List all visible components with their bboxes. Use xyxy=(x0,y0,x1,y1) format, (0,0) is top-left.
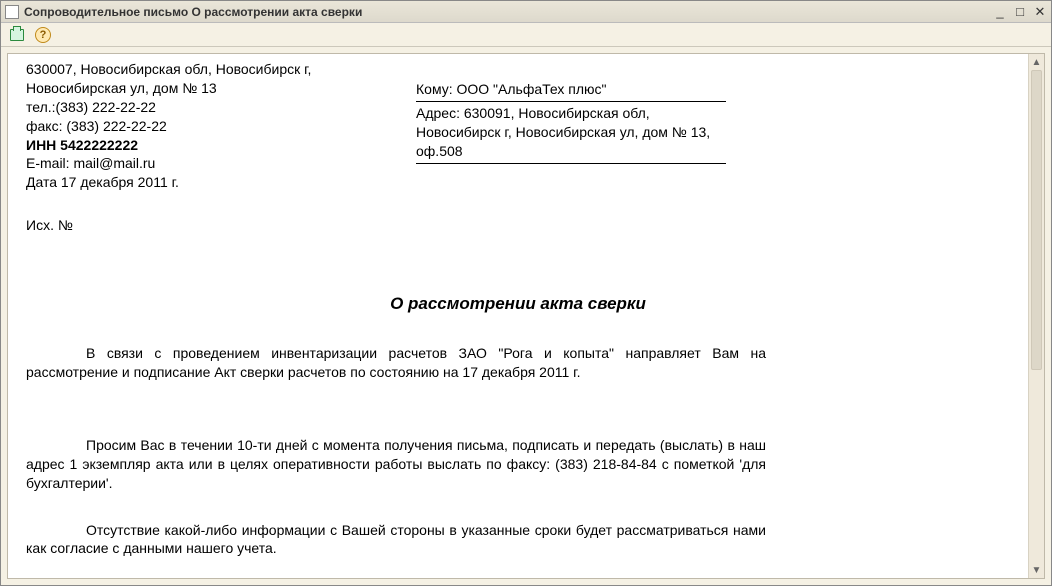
document-icon xyxy=(5,5,19,19)
vertical-scrollbar[interactable]: ▲ ▼ xyxy=(1028,54,1044,578)
sender-phone: тел.:(383) 222-22-22 xyxy=(26,98,356,117)
recipient-to: Кому: ООО "АльфаТех плюс" xyxy=(416,78,726,102)
sender-date: Дата 17 декабря 2011 г. xyxy=(26,173,356,192)
scroll-down-arrow[interactable]: ▼ xyxy=(1029,562,1044,578)
window-controls: _ □ ✕ xyxy=(993,5,1047,19)
minimize-button[interactable]: _ xyxy=(993,5,1007,19)
content-wrap: 630007, Новосибирская обл, Новосибирск г… xyxy=(1,47,1051,585)
toolbar: ? xyxy=(1,23,1051,47)
sender-email: E-mail: mail@mail.ru xyxy=(26,154,356,173)
document-title: О рассмотрении акта сверки xyxy=(26,293,1010,316)
app-window: Сопроводительное письмо О рассмотрении а… xyxy=(0,0,1052,586)
outgoing-number: Исх. № xyxy=(26,216,1010,235)
print-button[interactable] xyxy=(7,25,27,45)
header-row: 630007, Новосибирская обл, Новосибирск г… xyxy=(26,60,1010,192)
content-area: 630007, Новосибирская обл, Новосибирск г… xyxy=(7,53,1045,579)
close-button[interactable]: ✕ xyxy=(1033,5,1047,19)
window-title: Сопроводительное письмо О рассмотрении а… xyxy=(24,5,993,19)
sender-address: 630007, Новосибирская обл, Новосибирск г… xyxy=(26,60,356,98)
recipient-block: Кому: ООО "АльфаТех плюс" Адрес: 630091,… xyxy=(416,60,726,192)
scroll-thumb[interactable] xyxy=(1031,70,1042,370)
titlebar: Сопроводительное письмо О рассмотрении а… xyxy=(1,1,1051,23)
sender-fax: факс: (383) 222-22-22 xyxy=(26,117,356,136)
sender-inn: ИНН 5422222222 xyxy=(26,136,356,155)
help-icon: ? xyxy=(35,27,51,43)
document-page: 630007, Новосибирская обл, Новосибирск г… xyxy=(8,54,1028,578)
scroll-up-arrow[interactable]: ▲ xyxy=(1029,54,1044,70)
body-paragraph-3: Отсутствие какой-либо информации с Вашей… xyxy=(26,521,766,559)
print-icon xyxy=(10,29,24,41)
maximize-button[interactable]: □ xyxy=(1013,5,1027,19)
body-paragraph-2: Просим Вас в течении 10-ти дней с момент… xyxy=(26,436,766,493)
help-button[interactable]: ? xyxy=(33,25,53,45)
sender-block: 630007, Новосибирская обл, Новосибирск г… xyxy=(26,60,356,192)
recipient-address: Адрес: 630091, Новосибирская обл, Новоси… xyxy=(416,102,726,164)
body-paragraph-1: В связи с проведением инвентаризации рас… xyxy=(26,344,766,382)
